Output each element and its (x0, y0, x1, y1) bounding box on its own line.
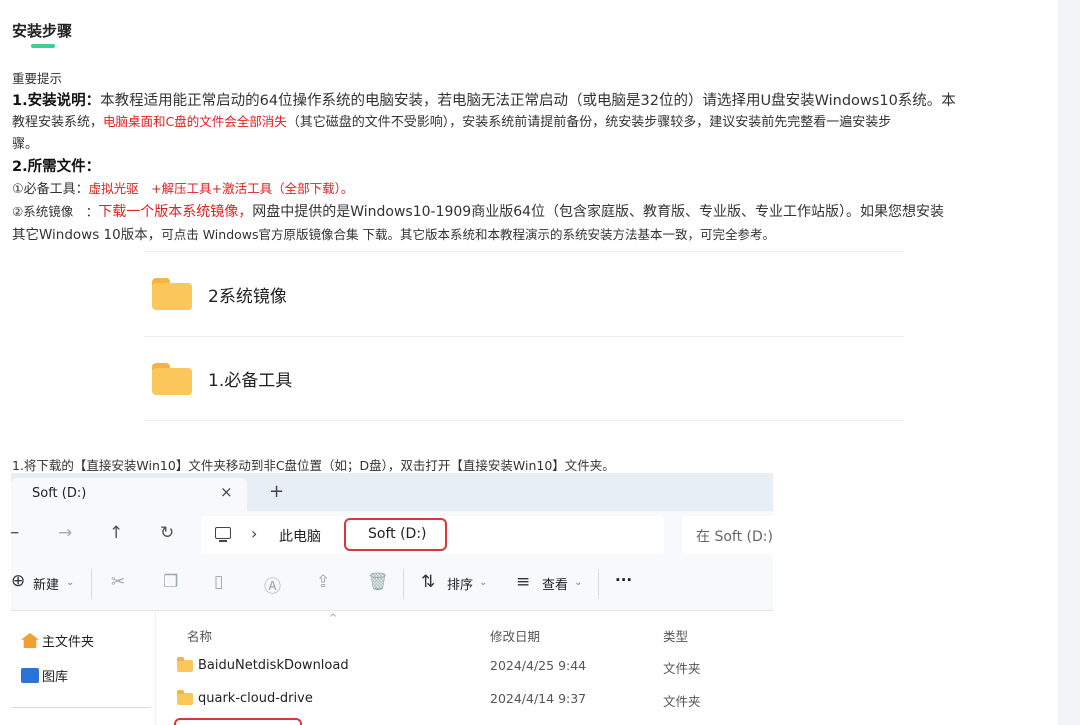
folder-item[interactable]: 2系统镜像 (144, 251, 904, 336)
notice-item2-image-line1: ②系统镜像 ：下载一个版本系统镜像，网盘中提供的是Windows10-1909商… (12, 201, 944, 221)
gallery-icon (21, 668, 39, 683)
folder-icon (177, 690, 193, 705)
back-arrow-icon[interactable]: ← (11, 523, 19, 543)
home-icon (21, 633, 39, 648)
cut-icon[interactable]: ✂ (111, 572, 125, 592)
more-options-icon[interactable]: ··· (615, 571, 632, 589)
notice-heading: 重要提示 (12, 71, 63, 86)
new-tab-icon[interactable]: + (269, 481, 284, 502)
table-row[interactable]: BaiduNetdiskDownload 2024/4/25 9:44 文件夹 (157, 651, 773, 683)
file-explorer-screenshot: Soft (D:) × + ← → ↑ ↻ › 此电脑 Soft (D:) 在 … (11, 473, 773, 725)
folder-name: 1.必备工具 (208, 371, 293, 391)
folder-name: 2系统镜像 (208, 286, 287, 307)
view-icon: ≡ (516, 572, 531, 592)
column-header-name[interactable]: 名称 (187, 626, 212, 645)
notice-item2-image-line2: 其它Windows 10版本，可点击 Windows官方原版镜像合集 下载。其它… (12, 223, 775, 243)
image-download-link[interactable]: 下载一个版本系统镜像， (98, 204, 252, 220)
sidebar-item-home[interactable]: 主文件夹 (21, 631, 94, 650)
chevron-down-icon: ⌄ (479, 577, 488, 588)
notice-item1-text-b1: 教程安装系统， (12, 115, 104, 130)
sidebar-item-label: 主文件夹 (42, 635, 95, 650)
explorer-tab-title: Soft (D:) (32, 486, 87, 501)
image-text-a: 网盘中提供的是Windows10-1909商业版64位（包含家庭版、教育版、专业… (252, 204, 945, 220)
toolbar-divider (91, 569, 92, 599)
explorer-nav-bar: ← → ↑ ↻ › 此电脑 Soft (D:) 在 Soft (D:) (11, 511, 773, 559)
explorer-command-bar: ⊕ 新建 ⌄ ✂ ❐ ▯ Ⓐ ⇪ 🗑 ⇅ 排序 ⌄ ≡ 查看 ⌄ ··· (11, 559, 773, 611)
explorer-sidebar: 主文件夹 图库 (11, 611, 156, 725)
explorer-tab[interactable]: Soft (D:) × (11, 478, 247, 511)
notice-item2-label: 2.所需文件： (12, 159, 101, 175)
rename-icon[interactable]: Ⓐ (264, 572, 281, 597)
search-placeholder: 在 Soft (D:) (696, 529, 773, 545)
highlight-box (174, 718, 302, 725)
sidebar-item-gallery[interactable]: 图库 (21, 666, 68, 685)
share-icon[interactable]: ⇪ (316, 572, 330, 592)
paste-icon[interactable]: ▯ (214, 572, 223, 592)
folder-icon (152, 278, 192, 310)
chevron-down-icon: ⌄ (574, 577, 583, 588)
sort-caret-icon: ^ (329, 613, 338, 624)
search-input[interactable]: 在 Soft (D:) (682, 516, 773, 554)
folder-item[interactable]: 1.必备工具 (144, 336, 904, 421)
sidebar-divider (11, 707, 151, 708)
image-text-b1: 其它Windows 10版本， (12, 227, 162, 243)
notice-item1-line1: 1.安装说明：本教程适用能正常启动的64位操作系统的电脑安装，若电脑无法正常启动… (12, 89, 956, 110)
image-label: ②系统镜像 ： (12, 204, 99, 219)
sort-icon: ⇅ (421, 572, 436, 592)
chevron-right-icon: › (251, 524, 258, 543)
section-title: 安装步骤 (12, 22, 73, 40)
new-button[interactable]: 新建 (33, 574, 59, 593)
notice-item1-warning: 电脑桌面和C盘的文件会全部消失 (103, 114, 287, 129)
table-row[interactable]: quark-cloud-drive 2024/4/14 9:37 文件夹 (157, 684, 773, 716)
tools-download-link[interactable]: 虚拟光驱 +解压工具+激活工具（全部下载）。 (89, 181, 354, 196)
notice-item2-tools: ①必备工具：虚拟光驱 +解压工具+激活工具（全部下载）。 (12, 178, 353, 197)
sort-button[interactable]: 排序 (447, 574, 473, 593)
file-name: BaiduNetdiskDownload (198, 658, 349, 673)
file-modified: 2024/4/25 9:44 (490, 658, 587, 673)
tools-label: ①必备工具： (12, 182, 89, 197)
folder-icon (152, 362, 192, 395)
toolbar-divider (403, 569, 404, 599)
view-button[interactable]: 查看 (542, 574, 568, 593)
computer-icon (215, 527, 231, 542)
breadcrumb-this-pc[interactable]: 此电脑 (279, 526, 321, 546)
notice-item1-text-b2: （其它磁盘的文件不受影响），安装系统前请提前备份，统安装步骤较多，建议安装前先完… (286, 115, 892, 130)
right-gutter (1058, 0, 1080, 725)
refresh-icon[interactable]: ↻ (160, 523, 174, 543)
explorer-tab-bar: Soft (D:) × + (11, 473, 773, 511)
toolbar-divider (598, 569, 599, 599)
notice-item1-label: 1.安装说明： (12, 93, 101, 109)
new-plus-icon: ⊕ (11, 571, 26, 591)
image-text-b2: 可 (161, 227, 174, 242)
notice-item1-line2: 教程安装系统，电脑桌面和C盘的文件会全部消失（其它磁盘的文件不受影响），安装系统… (12, 111, 891, 130)
close-icon[interactable]: × (220, 483, 233, 501)
column-header-type[interactable]: 类型 (663, 626, 688, 645)
file-list: ^ 名称 修改日期 类型 BaiduNetdiskDownload 2024/4… (157, 611, 773, 725)
notice-item1-line3: 骤。 (12, 137, 39, 152)
file-name: quark-cloud-drive (198, 691, 313, 706)
chevron-down-icon: ⌄ (66, 577, 75, 588)
official-images-link[interactable]: 点击 Windows官方原版镜像合集 下载。其它版本系统和本教程演示的系统安装方… (174, 227, 775, 242)
folder-list: 2系统镜像 1.必备工具 (144, 251, 904, 422)
step1-instruction: 1.将下载的【直接安装Win10】文件夹移动到非C盘位置（如；D盘），双击打开【… (12, 458, 615, 473)
forward-arrow-icon[interactable]: → (58, 523, 72, 543)
column-header-modified[interactable]: 修改日期 (490, 626, 540, 645)
breadcrumb-drive: Soft (D:) (368, 526, 427, 542)
delete-icon[interactable]: 🗑 (367, 572, 389, 592)
file-type: 文件夹 (663, 694, 701, 709)
file-type: 文件夹 (663, 661, 701, 676)
notice-item1-text-a: 本教程适用能正常启动的64位操作系统的电脑安装，若电脑无法正常启动（或电脑是32… (100, 93, 956, 109)
breadcrumb-drive-highlight[interactable]: Soft (D:) (344, 518, 447, 551)
folder-icon (177, 657, 193, 672)
article: 安装步骤 重要提示 1.安装说明：本教程适用能正常启动的64位操作系统的电脑安装… (0, 0, 1058, 725)
up-arrow-icon[interactable]: ↑ (109, 523, 123, 543)
address-bar[interactable]: › 此电脑 Soft (D:) (201, 516, 664, 554)
sidebar-item-label: 图库 (42, 670, 69, 685)
section-title-underline (31, 44, 55, 48)
file-modified: 2024/4/14 9:37 (490, 691, 587, 706)
copy-icon[interactable]: ❐ (163, 572, 178, 592)
